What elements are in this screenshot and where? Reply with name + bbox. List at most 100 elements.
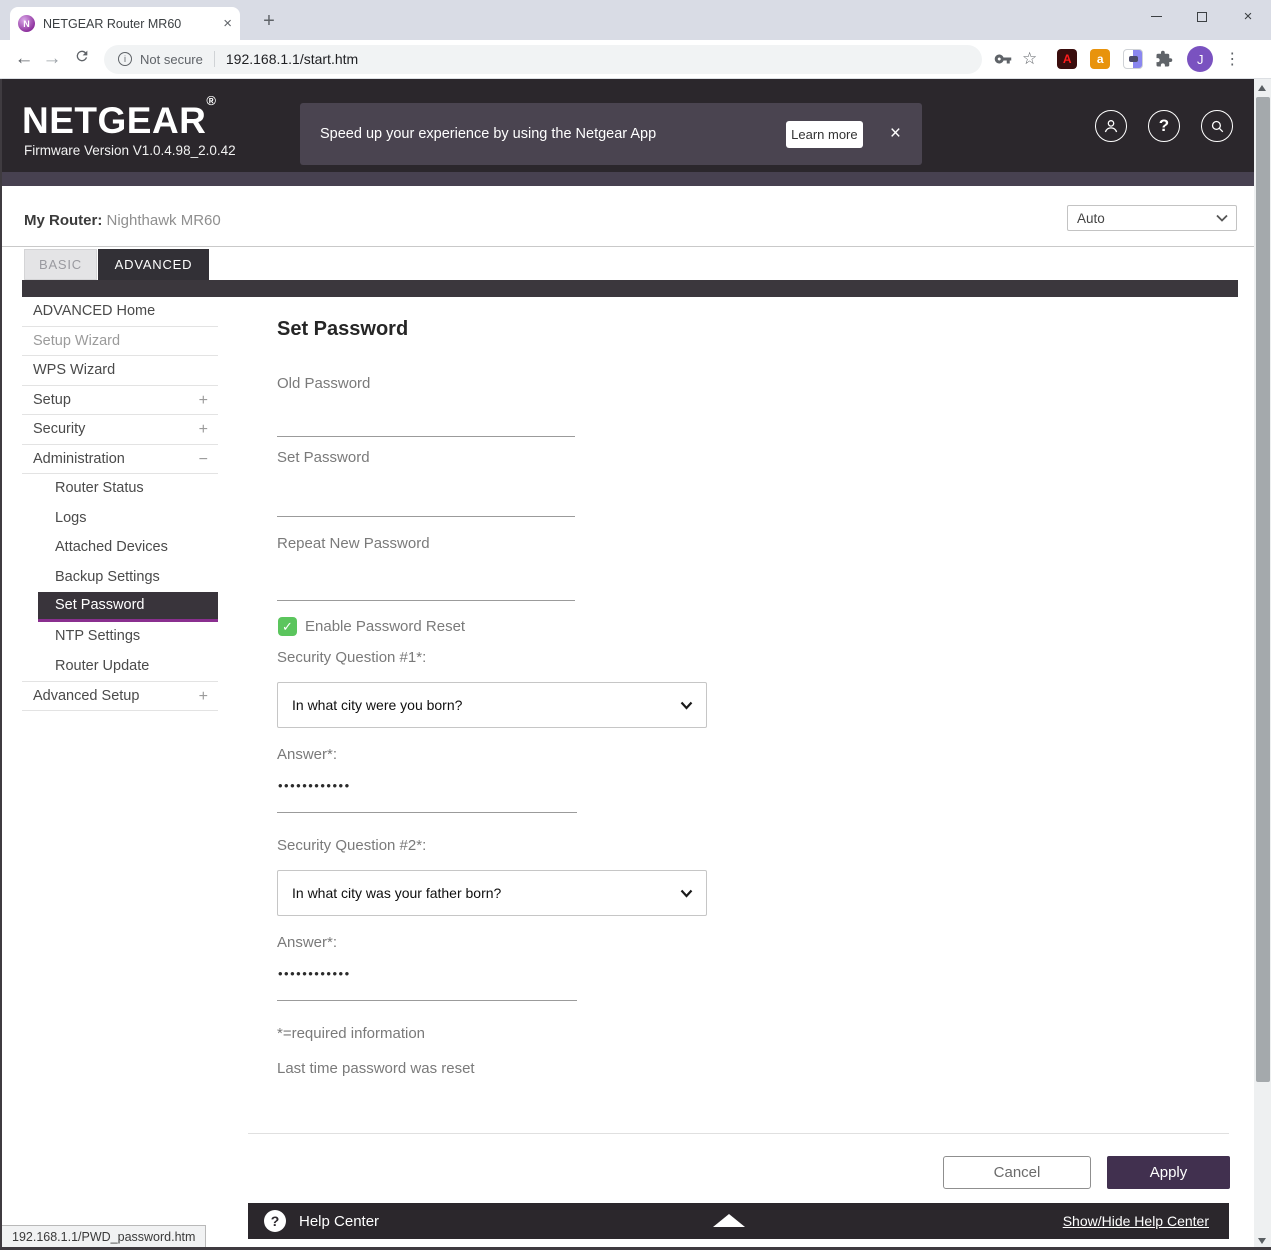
security-question-2-select[interactable]: In what city was your father born? xyxy=(277,870,707,916)
status-link-preview: 192.168.1.1/PWD_password.htm xyxy=(2,1225,206,1247)
page-scrollbar[interactable] xyxy=(1254,79,1271,1250)
set-password-label: Set Password xyxy=(277,449,370,466)
sidebar-item-setup[interactable]: Setup+ xyxy=(22,386,218,416)
search-button[interactable] xyxy=(1201,110,1233,142)
app-promo-banner: Speed up your experience by using the Ne… xyxy=(300,103,922,165)
browser-tab[interactable]: N NETGEAR Router MR60 × xyxy=(10,7,240,40)
browser-menu-icon[interactable]: ⋮ xyxy=(1224,49,1240,69)
expand-plus-icon[interactable]: + xyxy=(199,682,208,712)
answer-2-value: •••••••••••• xyxy=(278,966,351,981)
security-question-1-select[interactable]: In what city were you born? xyxy=(277,682,707,728)
old-password-input[interactable] xyxy=(277,436,575,437)
help-button[interactable]: ? xyxy=(1148,110,1180,142)
tab-title: NETGEAR Router MR60 xyxy=(43,17,217,31)
security-question-1-label: Security Question #1*: xyxy=(277,649,426,666)
sidebar-nav: ADVANCED Home Setup Wizard WPS Wizard Se… xyxy=(22,297,218,711)
help-question-icon: ? xyxy=(264,1210,286,1232)
sidebar-item-security[interactable]: Security+ xyxy=(22,415,218,445)
set-password-input[interactable] xyxy=(277,516,575,517)
set-password-panel: Set Password Old Password Set Password R… xyxy=(218,297,1256,1250)
sidebar-item-set-password[interactable]: Set Password xyxy=(38,592,218,622)
banner-close-icon[interactable]: × xyxy=(890,123,901,145)
scrollbar-thumb[interactable] xyxy=(1256,97,1270,1082)
page-info-icon[interactable]: i xyxy=(118,52,132,66)
cancel-button[interactable]: Cancel xyxy=(943,1156,1091,1189)
security-label[interactable]: Not secure xyxy=(140,52,203,67)
header-sub-strip xyxy=(2,172,1271,186)
collapse-minus-icon[interactable]: − xyxy=(199,445,208,475)
new-tab-button[interactable]: + xyxy=(255,8,283,36)
enable-password-reset-label: Enable Password Reset xyxy=(305,618,465,635)
sidebar-item-router-status[interactable]: Router Status xyxy=(22,474,218,504)
sidebar-item-wps-wizard[interactable]: WPS Wizard xyxy=(22,356,218,386)
expand-plus-icon[interactable]: + xyxy=(199,415,208,445)
tab-advanced[interactable]: ADVANCED xyxy=(98,249,209,280)
old-password-label: Old Password xyxy=(277,375,370,392)
sidebar-item-backup-settings[interactable]: Backup Settings xyxy=(22,563,218,593)
browser-tab-strip: N NETGEAR Router MR60 × + × xyxy=(0,0,1271,40)
back-button[interactable]: ← xyxy=(10,48,38,70)
netgear-favicon-icon: N xyxy=(18,15,35,32)
content-top-bar xyxy=(22,280,1238,297)
page-content: NETGEAR® Firmware Version V1.0.4.98_2.0.… xyxy=(0,79,1271,1250)
sidebar-item-advanced-home[interactable]: ADVANCED Home xyxy=(22,297,218,327)
answer-1-input[interactable] xyxy=(277,812,577,813)
expand-plus-icon[interactable]: + xyxy=(199,386,208,416)
chevron-down-icon xyxy=(1216,214,1228,222)
learn-more-button[interactable]: Learn more xyxy=(786,121,863,148)
chevron-down-icon xyxy=(680,889,693,898)
sidebar-item-ntp-settings[interactable]: NTP Settings xyxy=(22,622,218,652)
person-icon xyxy=(1102,117,1120,135)
question-icon: ? xyxy=(1159,116,1169,136)
account-button[interactable] xyxy=(1095,110,1127,142)
my-router-label: My Router: xyxy=(24,212,102,229)
address-bar[interactable]: i Not secure 192.168.1.1/start.htm xyxy=(104,45,982,74)
site-header: NETGEAR® Firmware Version V1.0.4.98_2.0.… xyxy=(2,79,1271,172)
sidebar-item-router-update[interactable]: Router Update xyxy=(22,652,218,682)
window-close-button[interactable]: × xyxy=(1225,0,1271,33)
forward-button[interactable]: → xyxy=(38,48,66,70)
scrollbar-up-arrow-icon[interactable] xyxy=(1258,85,1266,91)
sidebar-item-logs[interactable]: Logs xyxy=(22,504,218,534)
extension-icon[interactable] xyxy=(1123,49,1143,69)
mode-select[interactable]: Auto xyxy=(1067,205,1237,231)
required-note: *=required information xyxy=(277,1025,425,1042)
form-divider xyxy=(248,1133,1229,1134)
minimize-icon xyxy=(1151,16,1162,18)
browser-toolbar: ← → i Not secure 192.168.1.1/start.htm ☆… xyxy=(0,40,1271,79)
window-maximize-button[interactable] xyxy=(1179,0,1225,33)
help-expand-arrow-icon[interactable] xyxy=(713,1214,745,1227)
tab-basic[interactable]: BASIC xyxy=(24,249,97,280)
security-question-2-label: Security Question #2*: xyxy=(277,837,426,854)
browser-window: N NETGEAR Router MR60 × + × ← → i Not se… xyxy=(0,0,1271,1250)
sidebar-item-setup-wizard[interactable]: Setup Wizard xyxy=(22,327,218,357)
enable-password-reset-checkbox[interactable]: ✓ xyxy=(278,617,297,636)
adobe-extension-icon[interactable]: A xyxy=(1057,49,1077,69)
help-center-bar: ? Help Center Show/Hide Help Center xyxy=(248,1203,1229,1239)
url-text[interactable]: 192.168.1.1/start.htm xyxy=(226,51,358,67)
profile-avatar[interactable]: J xyxy=(1187,46,1213,72)
sidebar-item-administration[interactable]: Administration− xyxy=(22,445,218,475)
show-hide-help-link[interactable]: Show/Hide Help Center xyxy=(1063,1213,1209,1229)
registered-mark: ® xyxy=(206,93,216,108)
sidebar-item-advanced-setup[interactable]: Advanced Setup+ xyxy=(22,681,218,711)
check-icon: ✓ xyxy=(282,619,293,635)
shopping-extension-icon[interactable]: a xyxy=(1090,49,1110,69)
page-title: Set Password xyxy=(277,318,408,341)
password-key-icon[interactable] xyxy=(994,50,1012,68)
window-minimize-button[interactable] xyxy=(1133,0,1179,33)
sidebar-item-attached-devices[interactable]: Attached Devices xyxy=(22,533,218,563)
answer-2-label: Answer*: xyxy=(277,934,337,951)
scrollbar-down-arrow-icon[interactable] xyxy=(1258,1238,1266,1244)
repeat-password-label: Repeat New Password xyxy=(277,535,430,552)
apply-button[interactable]: Apply xyxy=(1107,1156,1230,1189)
search-icon xyxy=(1209,118,1226,135)
answer-2-input[interactable] xyxy=(277,1000,577,1001)
router-info-row: My Router: Nighthawk MR60 Auto xyxy=(2,186,1271,247)
bookmark-star-icon[interactable]: ☆ xyxy=(1022,49,1037,69)
reload-button[interactable] xyxy=(68,48,96,70)
extensions-puzzle-icon[interactable] xyxy=(1155,50,1173,68)
repeat-password-input[interactable] xyxy=(277,600,575,601)
tab-close-icon[interactable]: × xyxy=(223,15,232,32)
last-reset-note: Last time password was reset xyxy=(277,1060,475,1077)
